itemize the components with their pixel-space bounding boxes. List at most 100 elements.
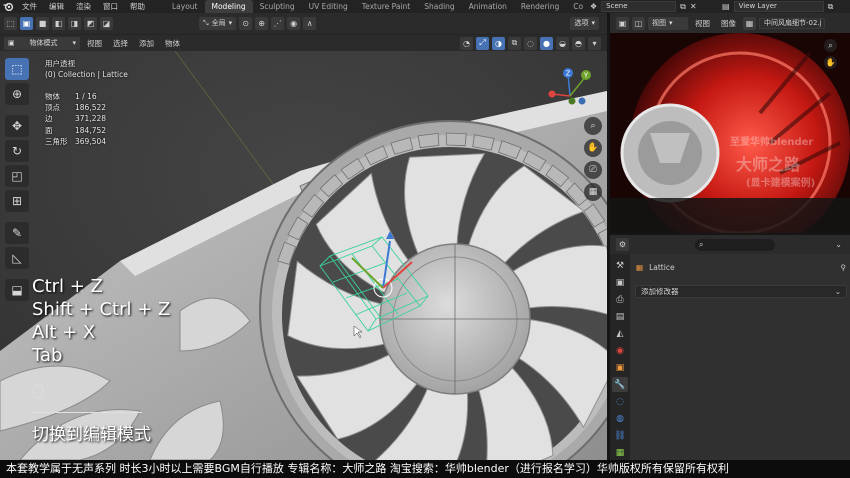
- image-preview[interactable]: 至爱华帅blender 大师之路 (显卡建模案例) ⌕ ✋: [610, 33, 850, 233]
- blender-logo-icon[interactable]: [0, 0, 16, 13]
- object-tab-icon[interactable]: ▣: [612, 360, 628, 375]
- pivot-point-icon[interactable]: ⊙: [239, 17, 253, 30]
- tool-tab-icon[interactable]: ⚒: [612, 258, 628, 273]
- world-tab-icon[interactable]: ◉: [612, 343, 628, 358]
- properties-search-input[interactable]: ⌕: [695, 238, 775, 251]
- view-layer-tab-icon[interactable]: ▤: [612, 309, 628, 324]
- scene-name[interactable]: Scene: [601, 1, 677, 12]
- image-name-field[interactable]: 中间风扇细节-02.j: [759, 17, 825, 29]
- select-extend-icon[interactable]: ◧: [52, 17, 65, 30]
- data-tab-icon[interactable]: ▦: [612, 445, 628, 460]
- select-intersect-icon[interactable]: ◪: [100, 17, 113, 30]
- tab-compositing[interactable]: Co: [566, 0, 590, 13]
- shading-options-icon[interactable]: ▾: [588, 36, 601, 50]
- pin-icon[interactable]: ⚲: [841, 263, 847, 272]
- gizmo-neg-z-axis[interactable]: [578, 97, 586, 105]
- scene-tab-icon[interactable]: ◭: [612, 326, 628, 341]
- menu-image[interactable]: 图像: [717, 18, 740, 29]
- menu-view[interactable]: 视图: [83, 38, 106, 49]
- render-tab-icon[interactable]: ▣: [612, 275, 628, 290]
- copy-icon[interactable]: ⧉: [680, 2, 686, 12]
- stat-value: 184,752: [75, 125, 107, 135]
- view-layer-name[interactable]: View Layer: [733, 1, 824, 12]
- image-editor-type-icon[interactable]: ▣: [616, 16, 629, 30]
- view-layer-selector[interactable]: ▤ View Layer ⧉: [722, 0, 833, 13]
- shading-material-icon[interactable]: ◒: [556, 36, 569, 50]
- proportional-edit-icon[interactable]: ◉: [287, 17, 301, 30]
- rotate-tool-icon[interactable]: ↻: [5, 140, 29, 162]
- image-view-dropdown[interactable]: 视图 ▾: [648, 16, 688, 30]
- menu-select[interactable]: 选择: [109, 38, 132, 49]
- menu-view[interactable]: 视图: [691, 18, 714, 29]
- overlays-icon[interactable]: ◑: [492, 36, 505, 50]
- zoom-icon[interactable]: ⌕: [824, 39, 837, 52]
- chevron-down-icon[interactable]: ⌄: [835, 240, 842, 249]
- tab-layout[interactable]: Layout: [165, 0, 205, 13]
- scene-selector[interactable]: ❖ Scene ⧉ ✕: [590, 0, 697, 13]
- editor-type-icon[interactable]: ⬚: [4, 17, 17, 30]
- select-subtract-icon[interactable]: ◨: [68, 17, 81, 30]
- copy-icon[interactable]: ⧉: [828, 2, 834, 12]
- tab-animation[interactable]: Animation: [462, 0, 514, 13]
- 3d-viewport[interactable]: ⬚ ⊕ ✥ ↻ ◰ ⊞ ✎ ◺ ⬓ 用户透视 (0) Collection | …: [0, 51, 607, 460]
- watermark-brand: 至爱华帅blender: [730, 137, 814, 148]
- select-new-icon[interactable]: ■: [36, 17, 49, 30]
- add-modifier-dropdown[interactable]: 添加修改器 ⌄: [635, 285, 847, 298]
- cursor-tool-icon[interactable]: ⊕: [5, 83, 29, 105]
- output-tab-icon[interactable]: ⎙: [612, 292, 628, 307]
- menu-help[interactable]: 帮助: [124, 0, 151, 13]
- add-cube-tool-icon[interactable]: ⬓: [5, 279, 29, 301]
- move-tool-icon[interactable]: ✥: [5, 115, 29, 137]
- image-browse-icon[interactable]: ▦: [743, 16, 756, 30]
- tab-modeling[interactable]: Modeling: [204, 0, 253, 13]
- visibility-eye-icon[interactable]: ◔: [460, 36, 473, 50]
- shading-rendered-icon[interactable]: ◓: [572, 36, 585, 50]
- menu-add[interactable]: 添加: [135, 38, 158, 49]
- gizmo-x-axis[interactable]: [548, 90, 556, 98]
- view-mode-icon[interactable]: ◫: [632, 16, 645, 30]
- select-tool-icon[interactable]: ⬚: [5, 58, 29, 80]
- snap-icon[interactable]: ⊕: [255, 17, 269, 30]
- gizmo-toggle-icon[interactable]: ⤢: [476, 36, 489, 50]
- snap-target-icon[interactable]: ⋰: [271, 17, 285, 30]
- navigation-gizmo[interactable]: Z Y: [546, 64, 606, 120]
- zoom-icon[interactable]: ⌕: [584, 117, 602, 135]
- pan-hand-icon[interactable]: ✋: [824, 56, 837, 69]
- modifier-tab-icon[interactable]: 🔧: [612, 377, 628, 392]
- menu-edit[interactable]: 编辑: [43, 0, 70, 13]
- gizmo-neg-y-axis[interactable]: [568, 97, 576, 105]
- shading-solid-icon[interactable]: ●: [540, 36, 553, 50]
- menu-window[interactable]: 窗口: [97, 0, 124, 13]
- tab-sculpting[interactable]: Sculpting: [253, 0, 302, 13]
- menu-file[interactable]: 文件: [16, 0, 43, 13]
- mode-dropdown[interactable]: ▣ 物体模式 ▾: [4, 36, 80, 50]
- grid-perspective-icon[interactable]: ▦: [584, 183, 602, 201]
- transform-tool-icon[interactable]: ⊞: [5, 190, 29, 212]
- close-icon[interactable]: ✕: [690, 2, 697, 11]
- tab-rendering[interactable]: Rendering: [514, 0, 566, 13]
- tab-texture-paint[interactable]: Texture Paint: [355, 0, 417, 13]
- scale-tool-icon[interactable]: ◰: [5, 165, 29, 187]
- xray-icon[interactable]: ⧉: [508, 36, 521, 50]
- tab-shading[interactable]: Shading: [417, 0, 461, 13]
- constraints-tab-icon[interactable]: ⛓: [612, 428, 628, 443]
- physics-tab-icon[interactable]: ◍: [612, 411, 628, 426]
- select-invert-icon[interactable]: ◩: [84, 17, 97, 30]
- annotate-tool-icon[interactable]: ✎: [5, 222, 29, 244]
- properties-editor-type-icon[interactable]: ⚙: [616, 238, 629, 251]
- select-box-icon[interactable]: ▣: [20, 17, 33, 30]
- shading-wireframe-icon[interactable]: ◌: [524, 36, 537, 50]
- viewport-header: ▣ 物体模式 ▾ 视图 选择 添加 物体 ◔ ⤢ ◑ ⧉ ◌ ● ◒ ◓ ▾: [0, 34, 607, 51]
- menu-object[interactable]: 物体: [161, 38, 184, 49]
- shortcut-redo: Shift + Ctrl + Z: [32, 299, 171, 320]
- tab-uv-editing[interactable]: UV Editing: [302, 0, 355, 13]
- viewport-info: 用户透视 (0) Collection | Lattice: [45, 58, 128, 80]
- falloff-icon[interactable]: ∧: [303, 17, 317, 30]
- measure-tool-icon[interactable]: ◺: [5, 247, 29, 269]
- camera-icon[interactable]: ⎚: [584, 161, 602, 179]
- particles-tab-icon[interactable]: ◌: [612, 394, 628, 409]
- options-dropdown[interactable]: 选项 ▾: [570, 17, 599, 30]
- transform-orientation-dropdown[interactable]: ⤡ 全局 ▾: [199, 17, 237, 30]
- menu-render[interactable]: 渲染: [70, 0, 97, 13]
- pan-hand-icon[interactable]: ✋: [584, 139, 602, 157]
